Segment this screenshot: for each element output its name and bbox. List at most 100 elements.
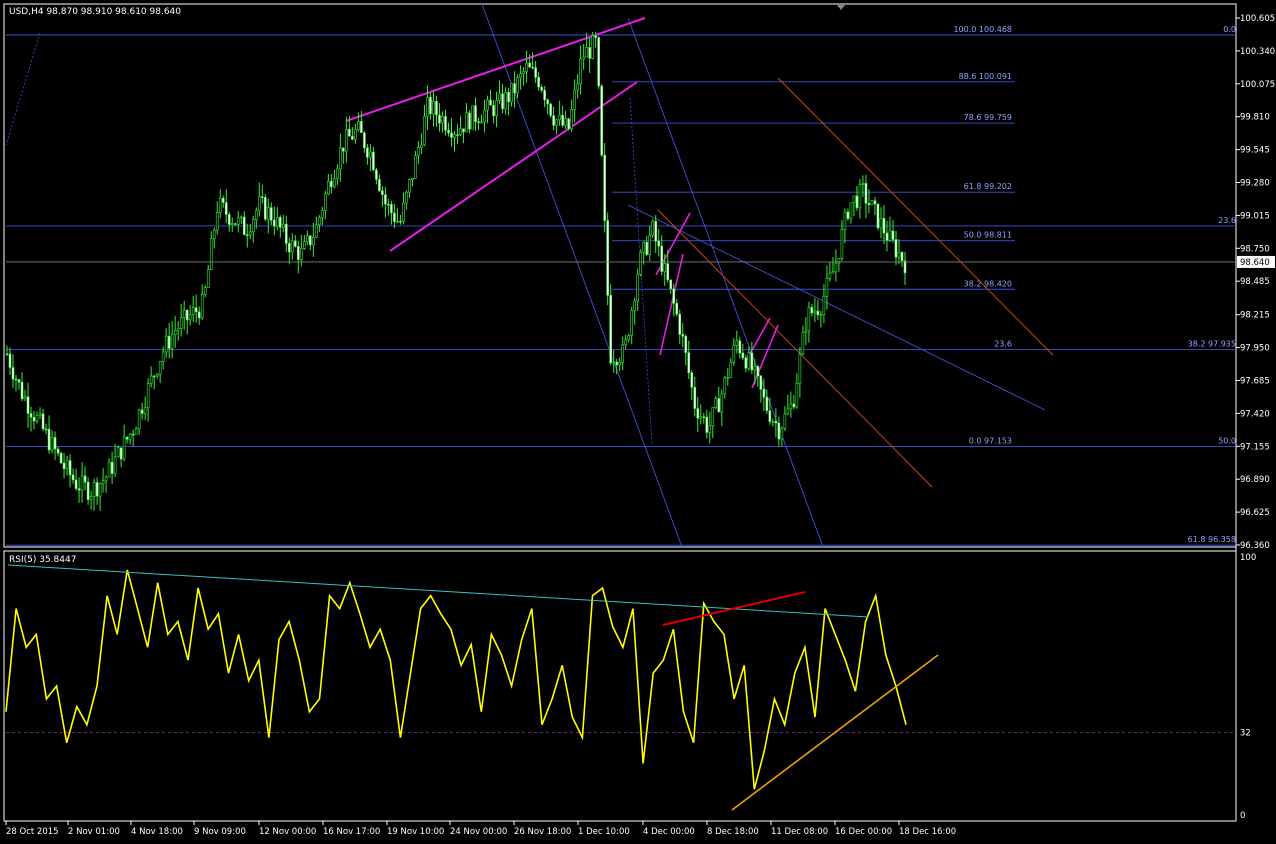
candle-body — [227, 214, 231, 225]
candle-body — [95, 482, 99, 497]
candle-body — [396, 220, 399, 223]
candle-body — [840, 229, 844, 259]
candle-body — [885, 232, 889, 241]
candle-body — [254, 210, 258, 220]
trendline[interactable] — [5, 32, 41, 146]
rsi-divergence-line[interactable] — [662, 591, 806, 626]
candle-body — [780, 428, 784, 440]
candle-body — [708, 425, 712, 433]
candle-body — [71, 474, 75, 481]
candle-body — [336, 168, 339, 180]
candle-body — [861, 183, 865, 185]
candle-body — [651, 220, 655, 236]
candle-body — [711, 407, 715, 427]
trendline[interactable] — [627, 17, 824, 548]
candle-body — [372, 151, 375, 171]
candle-body — [426, 96, 429, 117]
candle-body — [696, 408, 700, 419]
price-tick-label: 100.340 — [1240, 47, 1275, 57]
candle-body — [176, 328, 180, 331]
candle-body — [792, 403, 796, 408]
candle-body — [357, 121, 360, 130]
date-tick-label: 11 Dec 08:00 — [771, 827, 828, 837]
candle-body — [155, 373, 159, 377]
candle-body — [774, 420, 778, 424]
candle-body — [375, 169, 378, 180]
candle-body — [825, 277, 829, 297]
rsi-panel-frame — [3, 550, 1237, 822]
candle-body — [221, 197, 225, 203]
candle-body — [17, 379, 21, 383]
candle-body — [852, 195, 856, 204]
candle-body — [603, 154, 606, 221]
candle-body — [279, 217, 282, 228]
candle-body — [453, 134, 456, 138]
candle-body — [795, 382, 799, 408]
candle-body — [804, 330, 808, 333]
candle-body — [477, 121, 480, 123]
candle-body — [798, 353, 802, 384]
candle-body — [465, 112, 468, 133]
candle-body — [212, 229, 216, 240]
candle-body — [324, 193, 327, 211]
rsi-line — [5, 569, 907, 790]
fib-level-label: 0.0 — [1223, 25, 1236, 34]
chart-window[interactable]: 100.0 100.468 88.6 100.091 78.6 99.759 61.8… — [0, 0, 1276, 840]
date-tick-label: 19 Nov 10:00 — [387, 827, 444, 837]
candle-body — [510, 83, 513, 103]
fib-level-label: 78.6 99.759 — [964, 113, 1012, 122]
candle-body — [753, 366, 757, 371]
candle-body — [495, 100, 498, 117]
candle-body — [735, 340, 739, 346]
candle-body — [528, 62, 531, 68]
candle-body — [789, 403, 793, 410]
candle-body — [543, 89, 546, 101]
candle-body — [762, 389, 766, 398]
candle-body — [621, 344, 624, 363]
candle-body — [5, 353, 9, 356]
candle-body — [879, 218, 883, 229]
candle-body — [654, 220, 658, 242]
candle-body — [549, 103, 552, 116]
candle-body — [393, 212, 396, 223]
candle-body — [263, 196, 267, 220]
candle-body — [134, 428, 138, 435]
candle-body — [456, 134, 459, 136]
candle-body — [411, 177, 414, 180]
chart-shift-marker[interactable] — [837, 5, 845, 10]
candle-body — [378, 179, 381, 192]
candle-body — [405, 191, 408, 204]
candle-body — [191, 307, 195, 315]
candle-body — [35, 415, 39, 422]
candle-body — [318, 217, 321, 226]
candle-body — [786, 408, 790, 415]
candle-body — [609, 294, 612, 364]
candle-body — [585, 47, 588, 58]
candle-body — [116, 447, 120, 458]
chart-canvas[interactable]: 100.0 100.468 88.6 100.091 78.6 99.759 61.8… — [0, 0, 1276, 840]
candle-body — [152, 375, 156, 378]
candle-body — [29, 413, 33, 418]
candle-body — [474, 105, 477, 122]
candle-body — [672, 288, 676, 304]
candle-body — [408, 179, 411, 193]
fib-level-label: 88.6 100.091 — [959, 72, 1012, 81]
candle-body — [345, 129, 348, 152]
candle-body — [309, 235, 312, 246]
candle-body — [516, 77, 519, 94]
candle-body — [534, 67, 537, 78]
candle-body — [588, 47, 591, 59]
trendline[interactable] — [657, 209, 933, 488]
date-tick-label: 24 Nov 00:00 — [450, 827, 507, 837]
candle-body — [233, 223, 237, 225]
candle-body — [291, 240, 294, 253]
candle-body — [540, 86, 543, 91]
candle-body — [747, 352, 751, 369]
candle-body — [20, 381, 24, 400]
trendline[interactable] — [751, 324, 779, 389]
candle-body — [504, 91, 507, 110]
candle-body — [113, 456, 117, 474]
candle-body — [813, 310, 817, 314]
date-tick-label: 26 Nov 18:00 — [514, 827, 571, 837]
date-tick-label: 1 Dec 10:00 — [578, 827, 630, 837]
